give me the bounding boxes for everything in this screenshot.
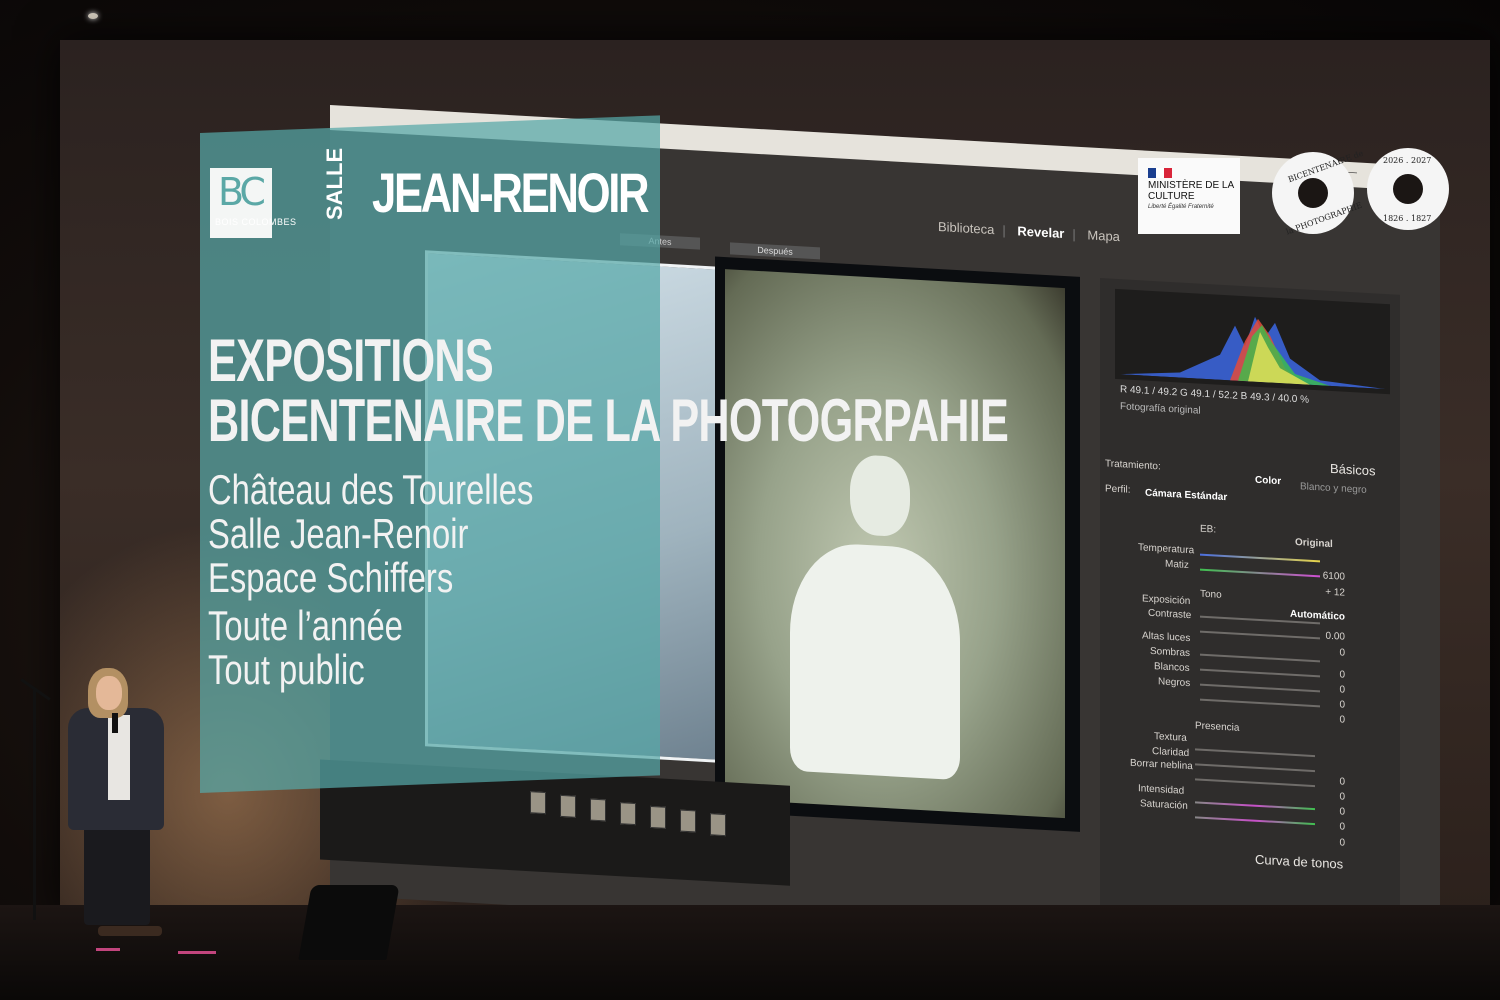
after-label: Después [730, 242, 820, 260]
texture-label: Textura [1154, 731, 1187, 744]
wb-label: EB: [1200, 523, 1217, 536]
portrait-sitter-body [790, 540, 960, 781]
dates-line: Toute l’année [208, 602, 403, 649]
module-revelar: Revelar [1017, 223, 1065, 242]
filmstrip-thumb [590, 798, 606, 822]
mic-stand [33, 690, 36, 920]
handheld-microphone [112, 713, 118, 733]
contrast-value: 0 [1339, 647, 1345, 659]
portrait-sitter-head [850, 454, 910, 538]
presenter-legs [84, 825, 150, 925]
ministry-motto: Liberté Égalité Fraternité [1148, 204, 1214, 210]
venue-line-2: Salle Jean-Renoir [208, 510, 469, 557]
basic-panel-title: Básicos [1330, 460, 1376, 479]
stage-monitor-speaker [298, 885, 400, 960]
ministry-name: MINISTÈRE DE LA CULTURE [1148, 180, 1234, 202]
tone-label: Tono [1200, 588, 1222, 601]
filmstrip-thumb [560, 794, 576, 818]
logo-tagline: BOIS COLOMBES [215, 217, 297, 227]
audience-line: Tout public [208, 646, 365, 693]
clarity-value: 0 [1339, 791, 1345, 803]
tint-label: Matiz [1165, 558, 1189, 572]
shadows-label: Sombras [1150, 645, 1191, 660]
filmstrip-thumb [680, 809, 696, 833]
profile-label: Perfil: [1105, 483, 1131, 496]
vibrance-value: 0 [1339, 821, 1345, 833]
bicentenaire-badge-left: BICENTENAIRE de la PHOTOGRAPHIE [1272, 149, 1365, 236]
floor-tape-mark [178, 951, 216, 954]
stage-floor [0, 905, 1500, 1000]
histogram-graph [1120, 316, 1385, 389]
presenter-face [96, 676, 122, 710]
venue-prefix: SALLE [322, 147, 347, 220]
venue-name: JEAN-RENOIR [372, 161, 650, 224]
heading-line1: EXPOSITIONS [208, 327, 494, 394]
module-mapa: Mapa [1087, 227, 1120, 245]
badge-right-year-bottom: 1826 . 1827 [1383, 214, 1432, 223]
blacks-value: 0 [1339, 714, 1345, 726]
filmstrip-thumb [530, 791, 546, 815]
ceiling-light [88, 13, 98, 19]
venue-line-1: Château des Tourelles [208, 466, 534, 513]
bicentenaire-badge-right: 2026 . 2027 1826 . 1827 [1367, 148, 1449, 230]
french-flag-icon [1148, 168, 1172, 178]
contrast-label: Contraste [1148, 607, 1192, 622]
treatment-color: Color [1255, 474, 1282, 488]
presenter-shoes [98, 926, 162, 936]
filmstrip-thumb [710, 813, 726, 837]
wb-value: Original [1295, 536, 1333, 551]
module-biblioteca: Biblioteca [938, 218, 995, 238]
clarity-label: Claridad [1152, 745, 1190, 760]
badge-right-year-top: 2026 . 2027 [1383, 156, 1432, 165]
dehaze-value: 0 [1339, 806, 1345, 818]
logo-letters: BC [218, 170, 266, 214]
ministry-culture-logo: MINISTÈRE DE LA CULTURE Liberté Égalité … [1138, 158, 1240, 234]
saturation-value: 0 [1339, 837, 1345, 849]
venue-line-3: Espace Schiffers [208, 554, 454, 601]
whites-label: Blancos [1154, 661, 1190, 675]
module-picker: Biblioteca | Revelar | Mapa [938, 218, 1120, 245]
filmstrip-thumb [650, 805, 666, 829]
filmstrip-thumb [620, 802, 636, 826]
blacks-label: Negros [1158, 676, 1191, 690]
floor-tape-mark [96, 948, 120, 951]
heading-line2: BICENTENAIRE DE LA PHOTOGRPAHIE [208, 387, 1009, 454]
bois-colombes-logo: BC [210, 168, 272, 238]
tint-value: + 12 [1325, 586, 1345, 599]
